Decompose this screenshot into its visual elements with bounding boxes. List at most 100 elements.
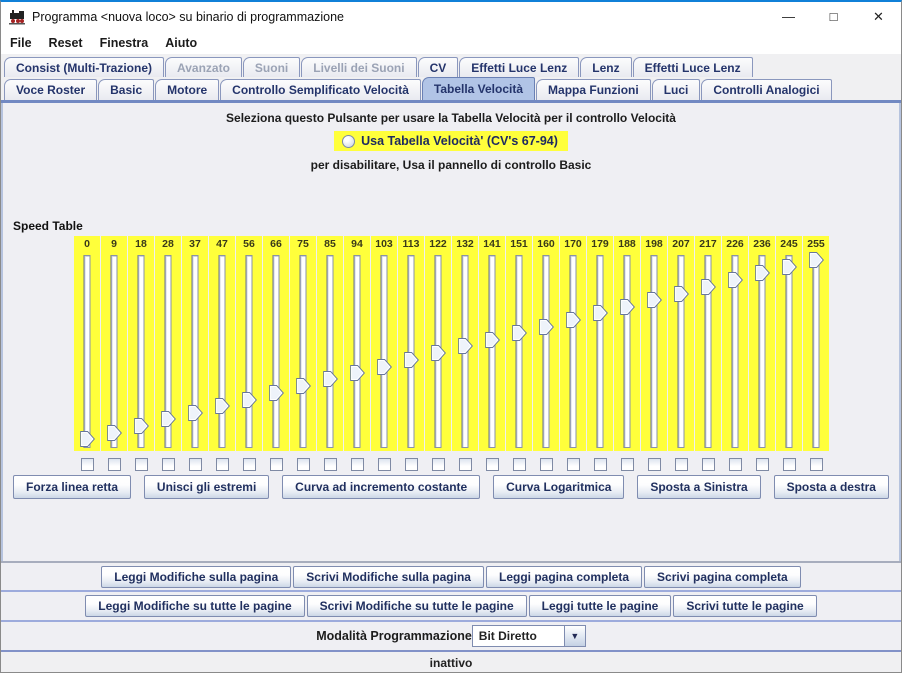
slider-thumb[interactable] [539,319,554,335]
slider-thumb[interactable] [161,411,176,427]
slider-thumb[interactable] [458,338,473,354]
slider-thumb[interactable] [242,392,257,408]
slider-thumb[interactable] [674,286,689,302]
speed-slider[interactable]: 28 [155,236,181,451]
curve-button[interactable]: Curva Logaritmica [493,475,624,499]
tab[interactable]: Effetti Luce Lenz [633,57,753,77]
slider-track[interactable] [570,255,577,448]
column-checkbox[interactable] [216,458,229,471]
slider-thumb[interactable] [188,405,203,421]
page-action-button[interactable]: Leggi Modifiche sulla pagina [101,566,291,588]
tab[interactable]: Suoni [243,57,300,77]
column-checkbox[interactable] [756,458,769,471]
tab[interactable]: Tabella Velocità [422,77,535,100]
column-checkbox[interactable] [594,458,607,471]
programming-mode-select[interactable]: Bit Diretto ▼ [472,625,586,647]
slider-thumb[interactable] [350,365,365,381]
column-checkbox[interactable] [648,458,661,471]
speed-slider[interactable]: 160 [533,236,559,451]
column-checkbox[interactable] [189,458,202,471]
column-checkbox[interactable] [324,458,337,471]
slider-thumb[interactable] [107,425,122,441]
speed-slider[interactable]: 198 [641,236,667,451]
column-checkbox[interactable] [486,458,499,471]
tab[interactable]: Voce Roster [4,79,97,100]
column-checkbox[interactable] [405,458,418,471]
slider-track[interactable] [219,255,226,448]
speed-slider[interactable]: 236 [749,236,775,451]
curve-button[interactable]: Sposta a destra [774,475,889,499]
slider-track[interactable] [651,255,658,448]
slider-track[interactable] [624,255,631,448]
all-pages-action-button[interactable]: Leggi tutte le pagine [529,595,672,617]
column-checkbox[interactable] [270,458,283,471]
speed-slider[interactable]: 132 [452,236,478,451]
menu-item[interactable]: Reset [49,36,92,50]
speed-slider[interactable]: 37 [182,236,208,451]
column-checkbox[interactable] [567,458,580,471]
chevron-down-icon[interactable]: ▼ [565,625,586,647]
all-pages-action-button[interactable]: Leggi Modifiche su tutte le pagine [85,595,304,617]
speed-slider[interactable]: 66 [263,236,289,451]
curve-button[interactable]: Sposta a Sinistra [637,475,760,499]
slider-track[interactable] [381,255,388,448]
slider-thumb[interactable] [404,352,419,368]
slider-thumb[interactable] [809,252,824,268]
slider-track[interactable] [354,255,361,448]
slider-thumb[interactable] [647,292,662,308]
slider-thumb[interactable] [728,272,743,288]
speed-slider[interactable]: 85 [317,236,343,451]
slider-track[interactable] [246,255,253,448]
column-checkbox[interactable] [702,458,715,471]
column-checkbox[interactable] [675,458,688,471]
menu-item[interactable]: Aiuto [165,36,206,50]
curve-button[interactable]: Curva ad incremento costante [282,475,480,499]
column-checkbox[interactable] [621,458,634,471]
slider-track[interactable] [597,255,604,448]
page-action-button[interactable]: Leggi pagina completa [486,566,642,588]
column-checkbox[interactable] [135,458,148,471]
slider-track[interactable] [84,255,91,448]
all-pages-action-button[interactable]: Scrivi tutte le pagine [673,595,816,617]
speed-slider[interactable]: 56 [236,236,262,451]
speed-slider[interactable]: 141 [479,236,505,451]
maximize-icon[interactable]: □ [811,2,856,31]
slider-thumb[interactable] [269,385,284,401]
slider-thumb[interactable] [296,378,311,394]
column-checkbox[interactable] [81,458,94,471]
tab[interactable]: Controllo Semplificato Velocità [220,79,421,100]
slider-track[interactable] [300,255,307,448]
slider-track[interactable] [489,255,496,448]
slider-thumb[interactable] [512,325,527,341]
slider-track[interactable] [516,255,523,448]
tab[interactable]: CV [418,57,459,77]
column-checkbox[interactable] [459,458,472,471]
slider-thumb[interactable] [701,279,716,295]
tab[interactable]: Avanzato [165,57,242,77]
tab[interactable]: Consist (Multi-Trazione) [4,57,164,77]
tab[interactable]: Basic [98,79,154,100]
slider-thumb[interactable] [755,265,770,281]
column-checkbox[interactable] [513,458,526,471]
slider-track[interactable] [327,255,334,448]
speed-slider[interactable]: 0 [74,236,100,451]
tab[interactable]: Luci [652,79,701,100]
slider-thumb[interactable] [431,345,446,361]
curve-button[interactable]: Forza linea retta [13,475,131,499]
radio-button-icon[interactable] [342,135,355,148]
tab[interactable]: Lenz [580,57,631,77]
all-pages-action-button[interactable]: Scrivi Modifiche su tutte le pagine [307,595,527,617]
slider-thumb[interactable] [80,431,95,447]
speed-slider[interactable]: 113 [398,236,424,451]
column-checkbox[interactable] [351,458,364,471]
speed-slider[interactable]: 9 [101,236,127,451]
page-action-button[interactable]: Scrivi pagina completa [644,566,801,588]
tab[interactable]: Motore [155,79,219,100]
speed-slider[interactable]: 255 [803,236,829,451]
column-checkbox[interactable] [243,458,256,471]
speed-slider[interactable]: 217 [695,236,721,451]
menu-item[interactable]: File [10,36,41,50]
slider-track[interactable] [111,255,118,448]
slider-thumb[interactable] [134,418,149,434]
speed-slider[interactable]: 103 [371,236,397,451]
